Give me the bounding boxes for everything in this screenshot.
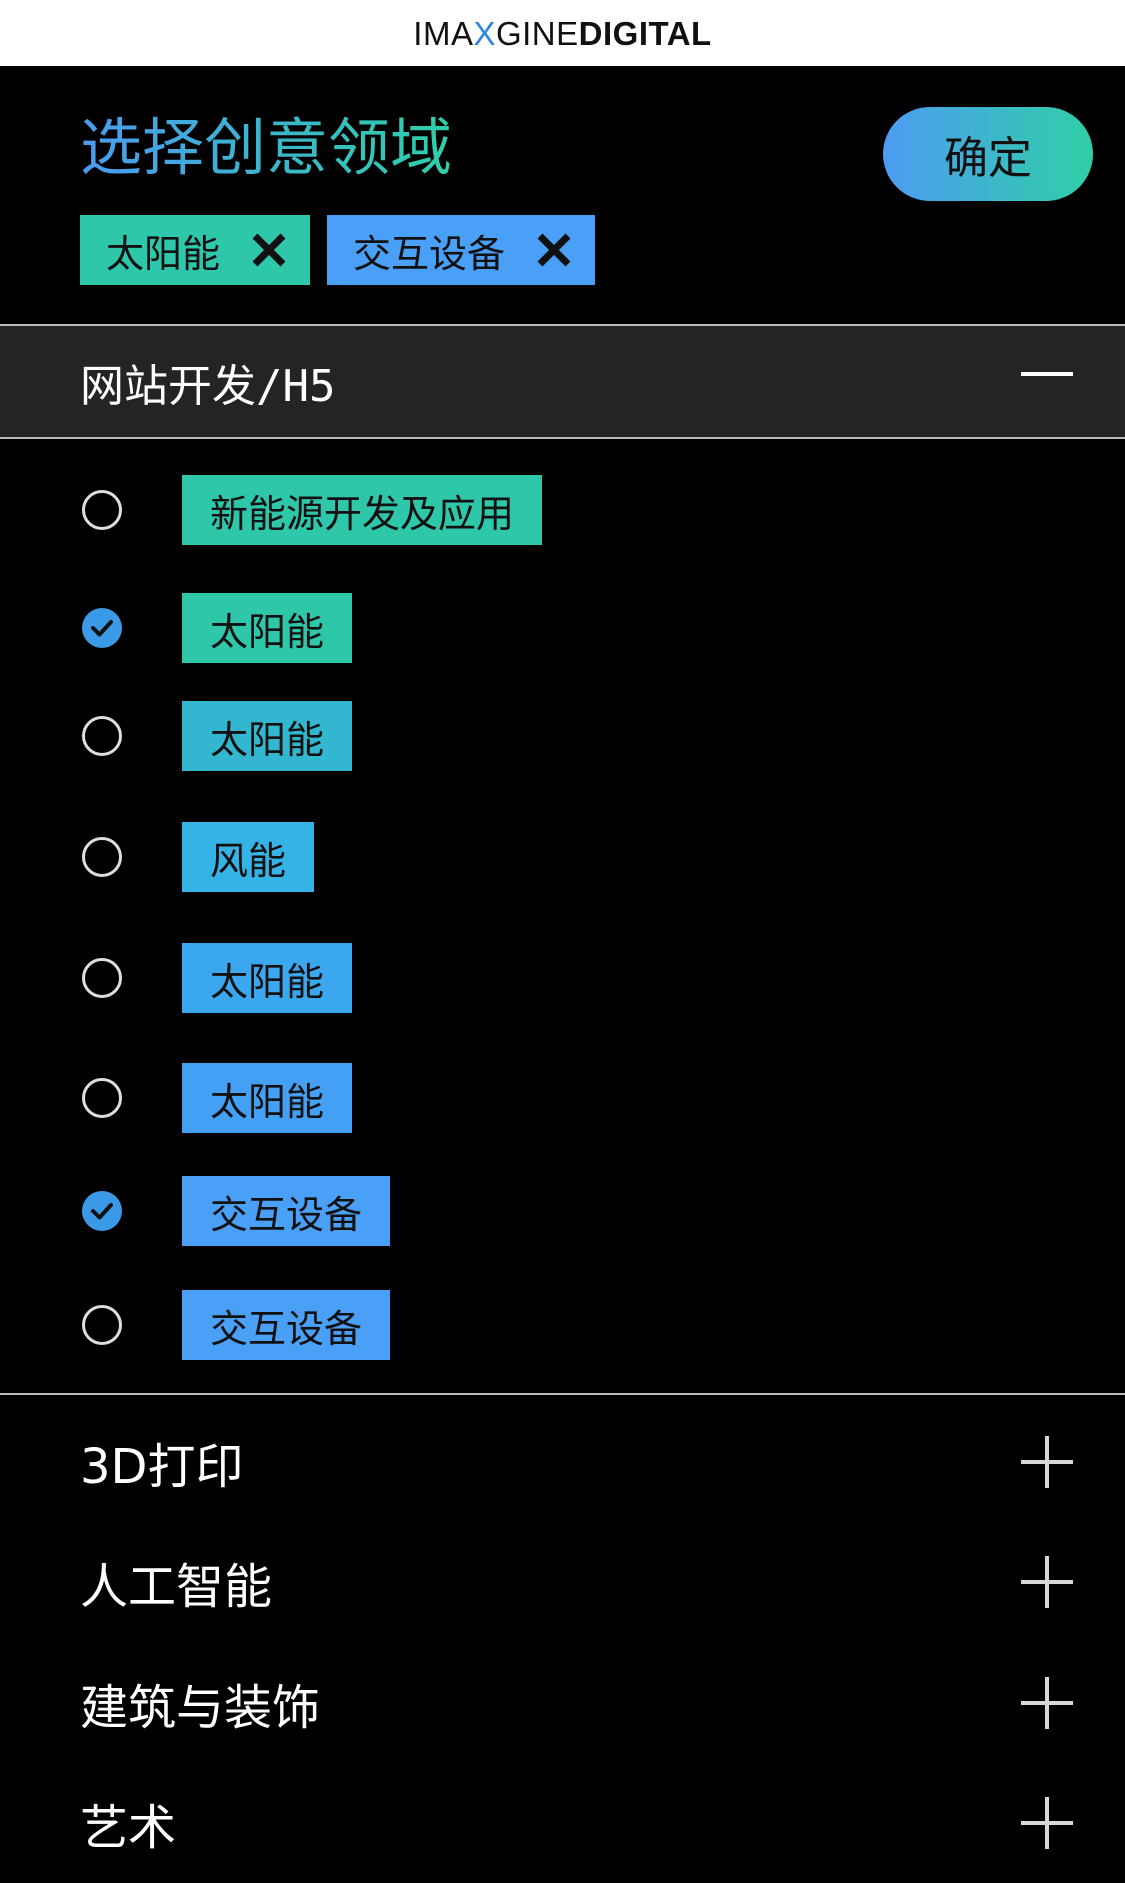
category-label: 艺术 — [80, 1800, 177, 1856]
page-title: 选择创意领域 — [80, 108, 452, 188]
option-row[interactable]: 太阳能 — [0, 1063, 1125, 1133]
category-ai[interactable]: 人工智能 — [0, 1522, 1125, 1642]
chip-label: 交互设备 — [353, 231, 506, 276]
option-row[interactable]: 太阳能 — [0, 943, 1125, 1013]
option-tag: 太阳能 — [182, 1063, 353, 1133]
brand-logo: IMAXGINEDIGITAL — [413, 14, 712, 52]
radio-unchecked[interactable] — [82, 958, 122, 998]
plus-icon[interactable] — [1021, 1556, 1073, 1608]
radio-unchecked[interactable] — [82, 1078, 122, 1118]
option-tag: 太阳能 — [182, 701, 353, 771]
option-row[interactable]: 太阳能 — [0, 701, 1125, 771]
radio-checked[interactable] — [82, 608, 122, 648]
radio-unchecked[interactable] — [82, 716, 122, 756]
selected-chip: 太阳能 — [80, 215, 311, 285]
option-tag: 交互设备 — [182, 1290, 391, 1360]
check-icon — [91, 620, 113, 637]
section-title: 网站开发/H5 — [80, 360, 336, 412]
radio-unchecked[interactable] — [82, 490, 122, 530]
category-label: 3D打印 — [80, 1439, 244, 1495]
option-row[interactable]: 风能 — [0, 822, 1125, 892]
close-icon[interactable] — [535, 231, 573, 269]
minus-icon[interactable] — [1021, 372, 1073, 376]
radio-unchecked[interactable] — [82, 1305, 122, 1345]
option-row[interactable]: 太阳能 — [0, 593, 1125, 663]
category-3d-print[interactable]: 3D打印 — [0, 1402, 1125, 1522]
category-label: 建筑与装饰 — [80, 1680, 321, 1736]
check-icon — [91, 1203, 113, 1220]
close-icon[interactable] — [250, 231, 288, 269]
brand-bar: IMAXGINEDIGITAL — [0, 0, 1125, 66]
section-header-web-h5[interactable]: 网站开发/H5 — [0, 326, 1125, 437]
option-tag: 新能源开发及应用 — [182, 475, 543, 545]
option-tag: 交互设备 — [182, 1176, 391, 1246]
radio-unchecked[interactable] — [82, 837, 122, 877]
category-label: 人工智能 — [80, 1559, 273, 1615]
option-row[interactable]: 交互设备 — [0, 1176, 1125, 1246]
chip-label: 太阳能 — [106, 231, 221, 276]
category-art[interactable]: 艺术 — [0, 1763, 1125, 1883]
selected-chip: 交互设备 — [327, 215, 596, 285]
selected-chips: 太阳能 交互设备 — [80, 215, 596, 285]
radio-checked[interactable] — [82, 1191, 122, 1231]
plus-icon[interactable] — [1021, 1797, 1073, 1849]
plus-icon[interactable] — [1021, 1436, 1073, 1488]
plus-icon[interactable] — [1021, 1677, 1073, 1729]
option-tag: 风能 — [182, 822, 315, 892]
divider — [0, 437, 1125, 439]
divider — [0, 1393, 1125, 1395]
category-architecture[interactable]: 建筑与装饰 — [0, 1643, 1125, 1763]
option-row[interactable]: 新能源开发及应用 — [0, 475, 1125, 545]
option-tag: 太阳能 — [182, 943, 353, 1013]
option-tag: 太阳能 — [182, 593, 353, 663]
option-row[interactable]: 交互设备 — [0, 1290, 1125, 1360]
confirm-button[interactable]: 确定 — [883, 107, 1093, 201]
